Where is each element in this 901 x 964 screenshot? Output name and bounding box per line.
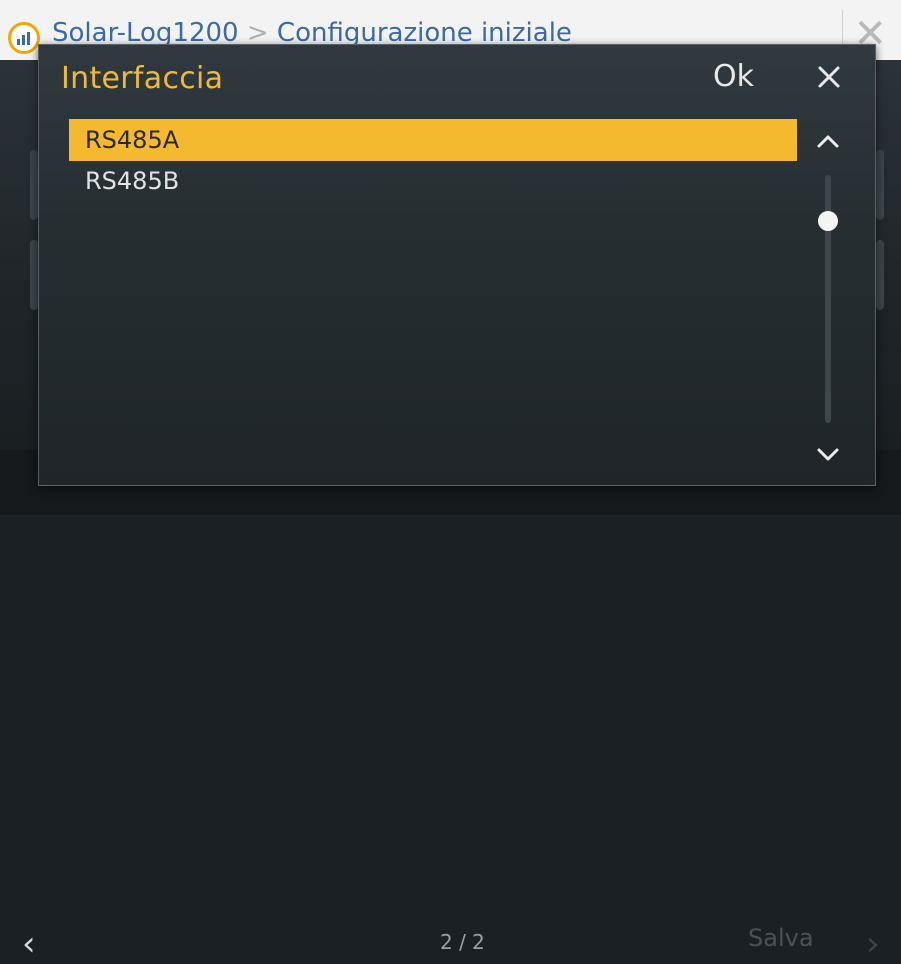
chevron-up-icon[interactable] <box>813 129 843 153</box>
dialog-header: Interfaccia Ok <box>39 45 875 109</box>
option-label: RS485B <box>85 167 180 195</box>
option-label: RS485A <box>85 126 180 154</box>
back-arrow-icon[interactable]: ‹ <box>22 924 36 964</box>
side-tab-right-1 <box>876 150 884 220</box>
solar-log-chart-icon <box>8 22 40 54</box>
side-tab-left-1 <box>30 150 38 220</box>
side-tab-left-2 <box>30 240 38 310</box>
dialog-title: Interfaccia <box>61 61 224 96</box>
interface-dialog: Interfaccia Ok RS485A RS485B <box>38 44 876 486</box>
scrollbar-thumb[interactable] <box>818 211 838 231</box>
page-indicator: 2 / 2 <box>440 930 485 954</box>
close-icon[interactable] <box>811 59 847 95</box>
side-tab-right-2 <box>876 240 884 310</box>
list-item-rs485a[interactable]: RS485A <box>69 119 797 161</box>
chevron-down-icon[interactable] <box>813 443 843 467</box>
ok-button[interactable]: Ok <box>713 59 754 94</box>
list-item-rs485b[interactable]: RS485B <box>69 163 797 203</box>
interface-options-list: RS485A RS485B <box>69 119 797 203</box>
next-arrow-icon[interactable]: › <box>866 924 880 964</box>
save-button[interactable]: Salva <box>748 924 814 952</box>
